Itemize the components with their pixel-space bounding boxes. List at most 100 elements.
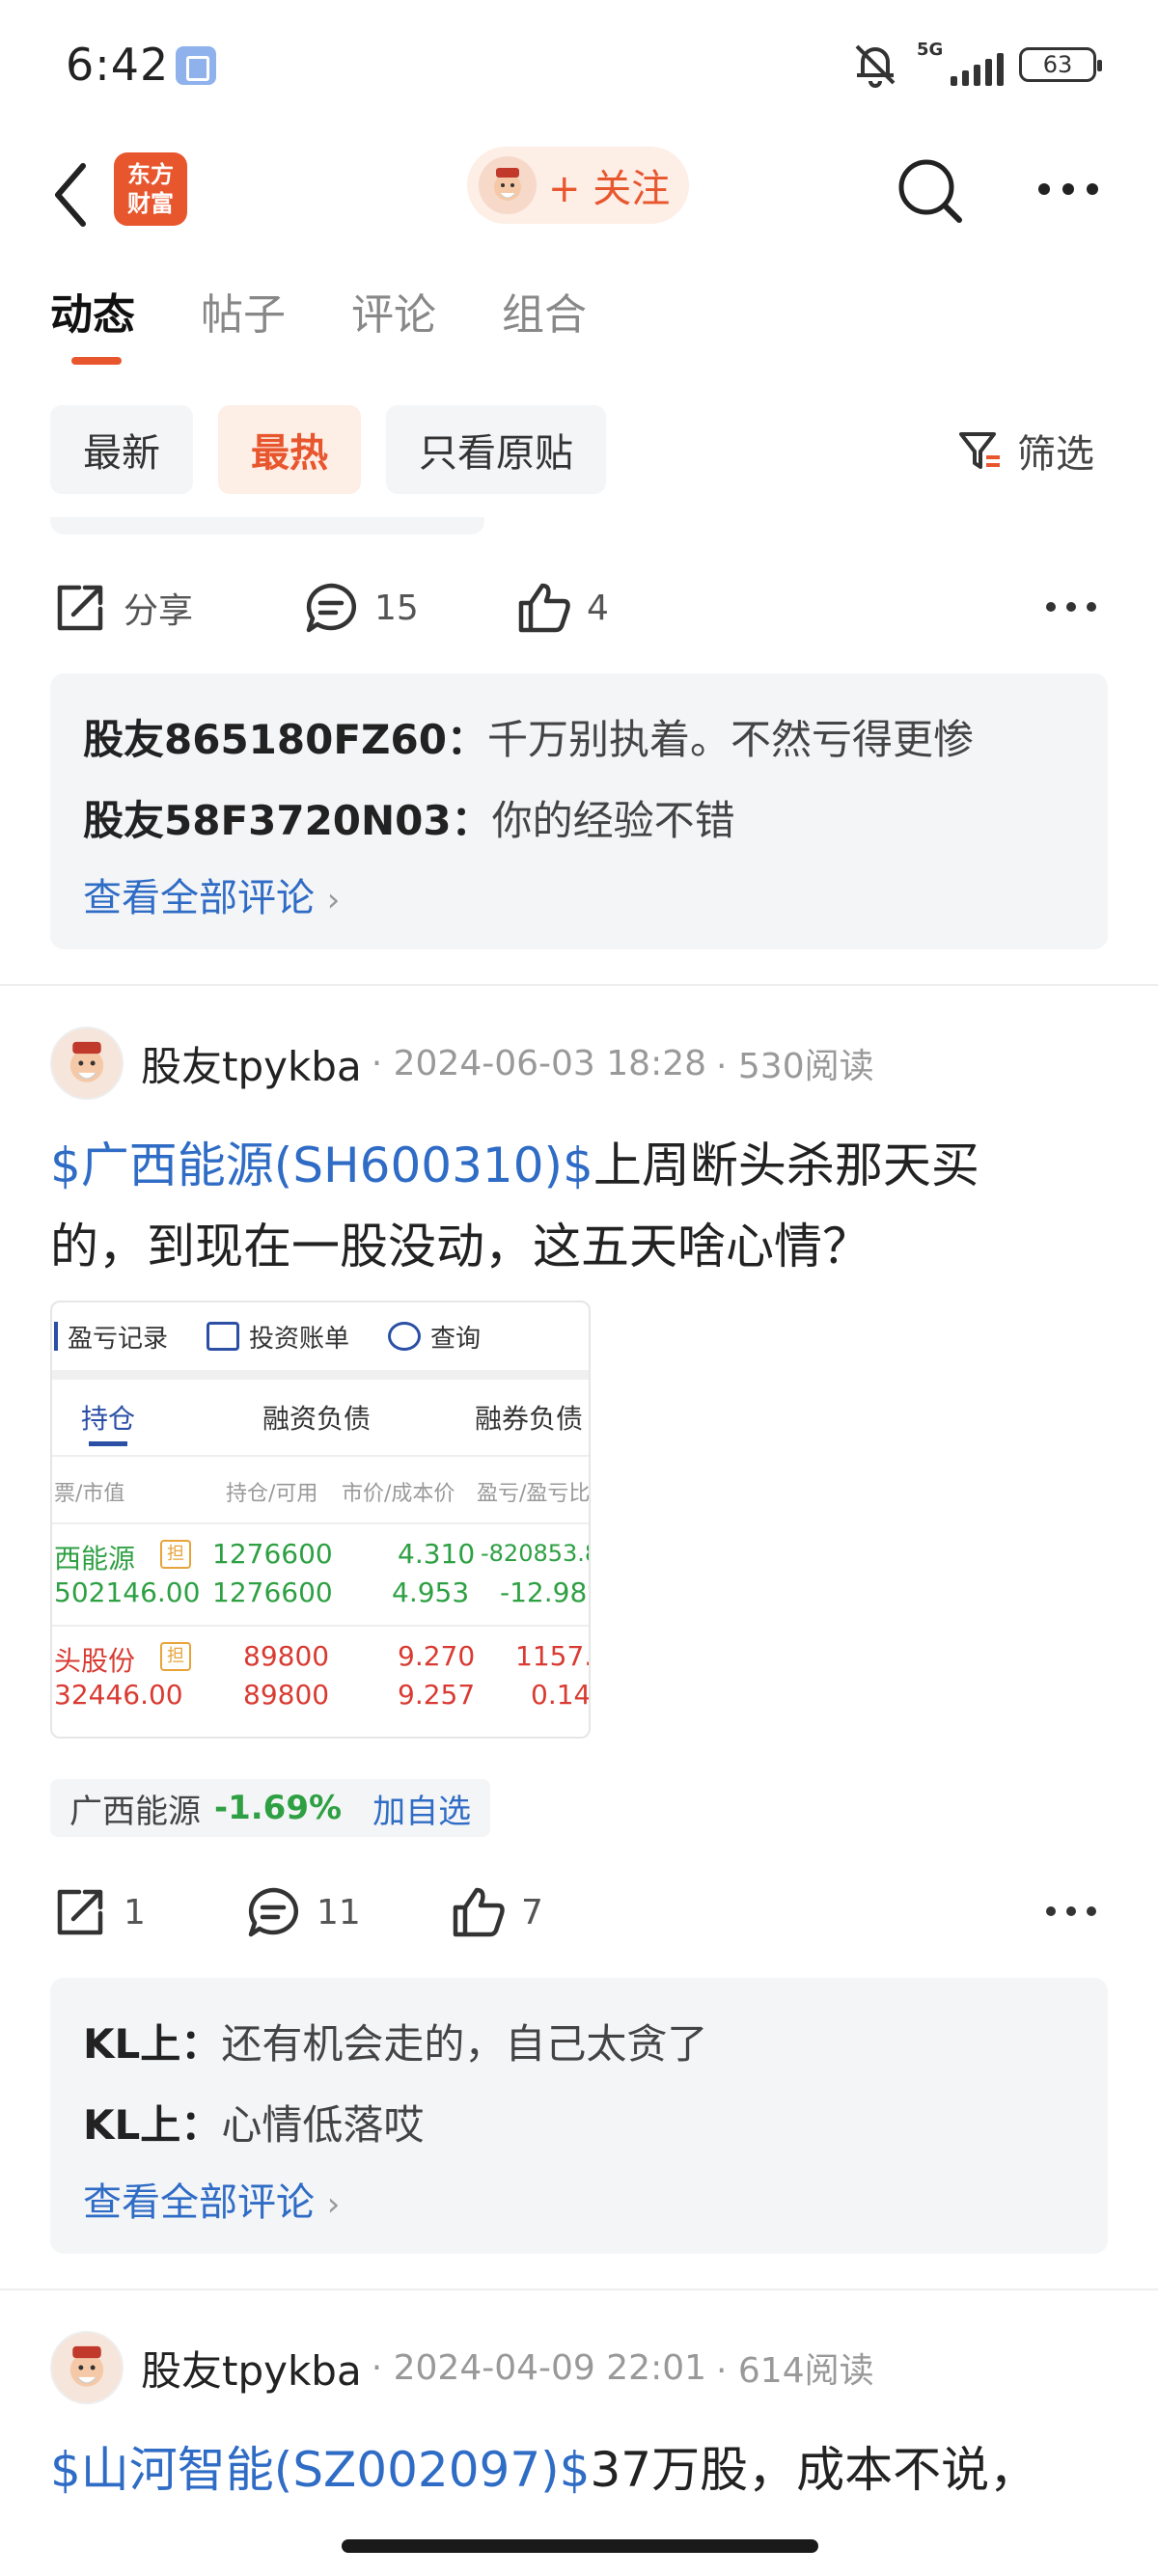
tab-label: 动态 [50, 290, 135, 340]
image-col: 持仓/可用 [226, 1482, 318, 1506]
bar-icon [54, 1322, 58, 1351]
app-notification-icon [176, 46, 216, 85]
profile-tabs: 动态 帖子 评论 组合 [50, 280, 587, 365]
image-col: 市价/成本价 [342, 1482, 455, 1506]
view-all-comments-link[interactable]: 查看全部评论 › [83, 864, 1075, 934]
post-author-row: 股友tpykba · 2024-06-03 18:28 · 530阅读 [50, 1025, 874, 1102]
search-icon[interactable] [894, 154, 967, 228]
author-name[interactable]: 股友tpykba [141, 1034, 362, 1093]
image-cell: 9.270 [398, 1640, 476, 1672]
home-indicator[interactable] [342, 2539, 818, 2553]
comment-button[interactable]: 11 [243, 1882, 448, 1942]
image-text: 查询 [430, 1324, 482, 1354]
status-icons: 5G 63 [849, 40, 1102, 89]
image-cell: 0.14% [531, 1679, 591, 1711]
more-options-icon[interactable] [1036, 181, 1100, 197]
add-watchlist-button[interactable]: 加自选 [372, 1785, 471, 1832]
image-cell: 头股份 [54, 1645, 136, 1677]
tab-posts[interactable]: 帖子 [201, 280, 286, 342]
network-label: 5G [917, 40, 944, 60]
comment-user[interactable]: KL上： [83, 2020, 221, 2068]
image-item: 查询 [349, 1319, 481, 1355]
view-all-label: 查看全部评论 [83, 876, 315, 920]
caishen-avatar-icon [69, 1041, 104, 1082]
post-text-line: 的，到现在一股没动，这五天啥心情？ [50, 1219, 870, 1274]
bell-muted-icon [855, 44, 896, 88]
share-button[interactable]: 分享 [50, 578, 301, 638]
post-body[interactable]: $山河智能(SZ002097)$37万股，成本不说， [50, 2429, 1112, 2526]
comment-button[interactable]: 15 [301, 578, 513, 638]
tab-portfolio[interactable]: 组合 [502, 280, 587, 342]
author-name[interactable]: 股友tpykba [141, 2339, 362, 2398]
share-count: 1 [124, 1892, 146, 1932]
comment-bubble-icon [306, 583, 356, 633]
share-label: 分享 [124, 591, 194, 631]
comment-item[interactable]: KL上：还有机会走的，自己太贪了 [83, 2001, 1075, 2088]
filter-original-only[interactable]: 只看原贴 [386, 405, 606, 494]
stock-name: 广西能源 [69, 1792, 201, 1831]
view-all-label: 查看全部评论 [83, 2180, 315, 2225]
back-arrow-icon[interactable] [48, 156, 96, 233]
comment-count: 15 [374, 588, 419, 628]
filter-button[interactable]: 筛选 [955, 423, 1094, 479]
tab-comments[interactable]: 评论 [351, 280, 436, 342]
status-bar: 6:42 5G 63 [0, 0, 1158, 135]
comment-text: 你的经验不错 [491, 797, 735, 844]
image-tab: 融资负债 [262, 1403, 372, 1435]
like-button[interactable]: 4 [513, 578, 609, 638]
comment-item[interactable]: 股友58F3720N03：你的经验不错 [83, 778, 1075, 864]
stock-link[interactable]: $山河智能(SZ002097)$ [50, 2442, 591, 2498]
active-tab-indicator [71, 357, 122, 365]
image-cell: -12.98% [500, 1576, 589, 1608]
stock-chip[interactable]: 广西能源 -1.69% 加自选 [50, 1779, 491, 1837]
battery-icon: 63 [1019, 47, 1102, 82]
comment-bubble-icon [248, 1887, 298, 1937]
comment-text: 千万别执着。不然亏得更惨 [486, 716, 974, 763]
post-image[interactable]: 盈亏记录 投资账单 查询 持仓 融资负债 融券负债 票/市值 持仓/可用 市价/… [50, 1301, 591, 1739]
image-cell: 89800 [243, 1679, 330, 1711]
comment-text: 心情低落哎 [221, 2101, 425, 2149]
comment-item[interactable]: KL上：心情低落哎 [83, 2082, 1075, 2169]
like-count: 4 [587, 588, 609, 628]
post-more-icon[interactable] [1044, 600, 1098, 614]
image-tab: 持仓 [81, 1403, 136, 1435]
post-text-line: 上周断头杀那天买 [593, 1137, 979, 1193]
stock-link[interactable]: $广西能源(SH600310)$ [50, 1137, 593, 1193]
view-all-comments-link[interactable]: 查看全部评论 › [83, 2169, 1075, 2238]
comment-user[interactable]: KL上： [83, 2101, 221, 2149]
comment-text: 还有机会走的，自己太贪了 [221, 2020, 708, 2068]
image-text: 盈亏记录 [68, 1324, 169, 1354]
post-divider [0, 2288, 1158, 2290]
post-time: · 2024-04-09 22:01 [371, 2347, 707, 2388]
image-item: 投资账单 [168, 1319, 349, 1355]
post-divider [0, 984, 1158, 986]
image-cell: 1276600 [212, 1576, 333, 1608]
share-button[interactable]: 1 [50, 1882, 243, 1942]
image-col: 票/市值 [54, 1482, 125, 1506]
image-table-row: 头股份 担 32446.00 89800 89800 9.270 9.257 1… [52, 1627, 589, 1729]
author-avatar[interactable] [50, 1027, 124, 1100]
comment-user[interactable]: 股友865180FZ60： [83, 716, 487, 763]
image-toolbar: 盈亏记录 投资账单 查询 [52, 1302, 589, 1380]
post-more-icon[interactable] [1044, 1905, 1098, 1918]
like-button[interactable]: 7 [448, 1882, 543, 1942]
comment-count: 11 [317, 1892, 361, 1932]
tab-dynamics[interactable]: 动态 [50, 280, 135, 365]
post-author-row: 股友tpykba · 2024-04-09 22:01 · 614阅读 [50, 2329, 874, 2406]
chevron-right-icon: › [326, 881, 341, 919]
author-avatar[interactable] [50, 2331, 124, 2404]
status-time: 6:42 [66, 39, 170, 91]
follow-button[interactable]: + 关注 [467, 147, 689, 224]
comment-user[interactable]: 股友58F3720N03： [83, 797, 492, 844]
thumbs-up-icon [518, 583, 570, 633]
stock-change: -1.69% [214, 1789, 343, 1827]
image-text: 投资账单 [249, 1324, 350, 1354]
filter-hottest[interactable]: 最热 [218, 405, 361, 494]
image-tab-underline [89, 1441, 127, 1446]
read-count: · 530阅读 [716, 1047, 874, 1086]
image-table-header: 票/市值 持仓/可用 市价/成本价 盈亏/盈亏比 [52, 1457, 589, 1524]
caishen-avatar-icon [69, 2345, 104, 2387]
post-body[interactable]: $广西能源(SH600310)$上周断头杀那天买 的，到现在一股没动，这五天啥心… [50, 1125, 1112, 1287]
filter-latest[interactable]: 最新 [50, 405, 193, 494]
comment-item[interactable]: 股友865180FZ60：千万别执着。不然亏得更惨 [83, 697, 1075, 783]
